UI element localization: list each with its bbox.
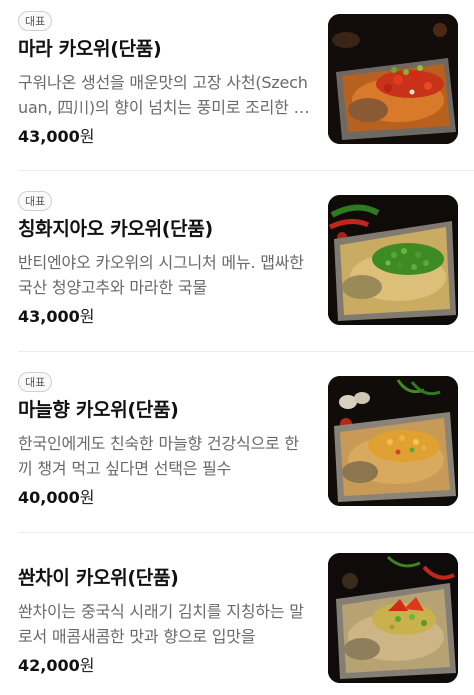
menu-item-name: 마라 카오위(단품) (18, 38, 162, 60)
menu-item-photo[interactable] (328, 553, 458, 683)
menu-item-description: 반티엔야오 카오위의 시그니처 메뉴. 맵싸한 국산 청양고추와 마라한 국물 (18, 253, 304, 297)
menu-item-photo[interactable] (328, 376, 458, 506)
signature-badge: 대표 (18, 372, 53, 392)
price-currency: 원 (79, 307, 95, 326)
menu-item-description: 한국인에게도 친숙한 마늘향 건강식으로 한끼 챙겨 먹고 싶다면 선택은 필수 (18, 434, 299, 478)
price-value: 42,000 (18, 656, 80, 675)
menu-item-name: 칭화지아오 카오위(단품) (18, 218, 213, 240)
price-value: 40,000 (18, 488, 80, 507)
menu-item-name: 마늘향 카오위(단품) (18, 399, 179, 421)
menu-item-photo[interactable] (328, 14, 458, 144)
garlic-grilled-fish-photo (328, 376, 458, 506)
menu-item[interactable]: 쏸차이 카오위(단품) 쏸차이는 중국식 시래기 김치를 지칭하는 말로서 매콤… (0, 533, 474, 695)
price-value: 43,000 (18, 127, 80, 146)
menu-item-price: 42,000원 (18, 655, 312, 677)
menu-item-photo[interactable] (328, 195, 458, 325)
menu-item[interactable]: 대표 마라 카오위(단품) 구워나온 생선을 매운맛의 고장 사천(Szechu… (0, 0, 474, 170)
menu-item-price: 43,000원 (18, 306, 312, 328)
menu-item-description: 구워나온 생선을 매운맛의 고장 사천(Szechuan, 四川)의 향이 넘치… (18, 73, 309, 117)
menu-item[interactable]: 대표 칭화지아오 카오위(단품) 반티엔야오 카오위의 시그니처 메뉴. 맵싸한… (0, 171, 474, 351)
menu-item-name: 쏸차이 카오위(단품) (18, 567, 179, 589)
mala-grilled-fish-photo (328, 14, 458, 144)
menu-item[interactable]: 대표 마늘향 카오위(단품) 한국인에게도 친숙한 마늘향 건강식으로 한끼 챙… (0, 352, 474, 532)
menu-item-info: 쏸차이 카오위(단품) 쏸차이는 중국식 시래기 김치를 지칭하는 말로서 매콤… (18, 560, 312, 677)
price-currency: 원 (79, 127, 95, 146)
menu-item-info: 대표 마라 카오위(단품) 구워나온 생선을 매운맛의 고장 사천(Szechu… (18, 10, 312, 148)
price-value: 43,000 (18, 307, 80, 326)
menu-item-info: 대표 칭화지아오 카오위(단품) 반티엔야오 카오위의 시그니처 메뉴. 맵싸한… (18, 190, 312, 328)
menu-item-description: 쏸차이는 중국식 시래기 김치를 지칭하는 말로서 매콤새콤한 맛과 향으로 입… (18, 602, 304, 646)
suancai-grilled-fish-photo (328, 553, 458, 683)
signature-badge: 대표 (18, 191, 53, 211)
price-currency: 원 (79, 488, 95, 507)
menu-item-price: 43,000원 (18, 126, 312, 148)
menu-item-price: 40,000원 (18, 487, 312, 509)
menu-item-info: 대표 마늘향 카오위(단품) 한국인에게도 친숙한 마늘향 건강식으로 한끼 챙… (18, 371, 312, 509)
signature-badge: 대표 (18, 11, 53, 31)
green-pepper-grilled-fish-photo (328, 195, 458, 325)
price-currency: 원 (79, 656, 95, 675)
menu-list: 대표 마라 카오위(단품) 구워나온 생선을 매운맛의 고장 사천(Szechu… (0, 0, 474, 695)
